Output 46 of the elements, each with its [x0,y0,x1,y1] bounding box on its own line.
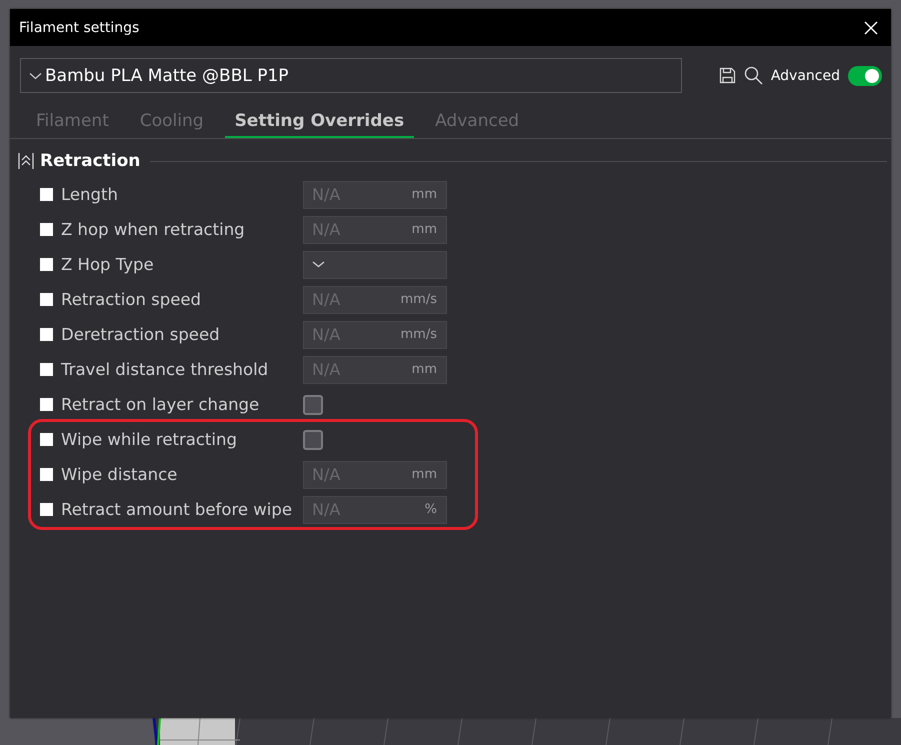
checkbox[interactable] [303,394,323,414]
close-button[interactable] [863,20,879,36]
option-label: Z Hop Type [61,255,155,274]
search-icon[interactable] [744,66,763,85]
unit-label: mm/s [400,292,437,307]
chevron-icon [29,72,42,80]
override-checkbox[interactable] [40,188,53,201]
dropdown-field[interactable] [303,250,447,278]
unit-label: mm [412,362,437,377]
override-checkbox[interactable] [40,503,53,516]
tab[interactable]: Setting Overrides [224,109,414,138]
preset-dropdown[interactable]: Bambu PLA Matte @BBL P1P [20,58,682,93]
unit-label: mm/s [400,327,437,342]
option-label: Wipe while retracting [61,430,238,449]
tab[interactable]: Advanced [425,109,530,138]
window-title: Filament settings [19,20,140,36]
checkbox[interactable] [303,430,323,450]
override-checkbox[interactable] [40,258,53,271]
unit-label: mm [412,222,437,237]
override-checkbox[interactable] [40,468,53,481]
override-checkbox[interactable] [40,328,53,341]
unit-label: mm [412,187,437,202]
option-label: Retract amount before wipe [61,500,293,519]
collapse-icon[interactable] [18,152,34,170]
override-checkbox[interactable] [40,223,53,236]
option-label: Retraction speed [61,290,202,309]
option-label: Wipe distance [61,465,178,484]
tab[interactable]: Filament [26,109,119,138]
save-icon[interactable] [718,67,736,84]
override-checkbox[interactable] [40,398,53,411]
override-checkbox[interactable] [40,293,53,306]
tab[interactable]: Cooling [130,109,214,138]
close-icon [863,20,879,36]
advanced-label: Advanced [770,68,840,84]
option-label: Deretraction speed [61,325,221,344]
unit-label: % [424,502,437,517]
override-checkbox[interactable] [40,363,53,376]
unit-label: mm [412,467,437,482]
option-label: Length [61,185,119,204]
option-label: Travel distance threshold [61,360,270,379]
section-title: Retraction [40,151,140,171]
advanced-toggle[interactable] [848,66,882,86]
override-checkbox[interactable] [40,433,53,446]
option-label: Z hop when retracting [61,220,246,239]
chevron-icon [312,261,325,268]
option-label: Retract on layer change [61,395,260,414]
